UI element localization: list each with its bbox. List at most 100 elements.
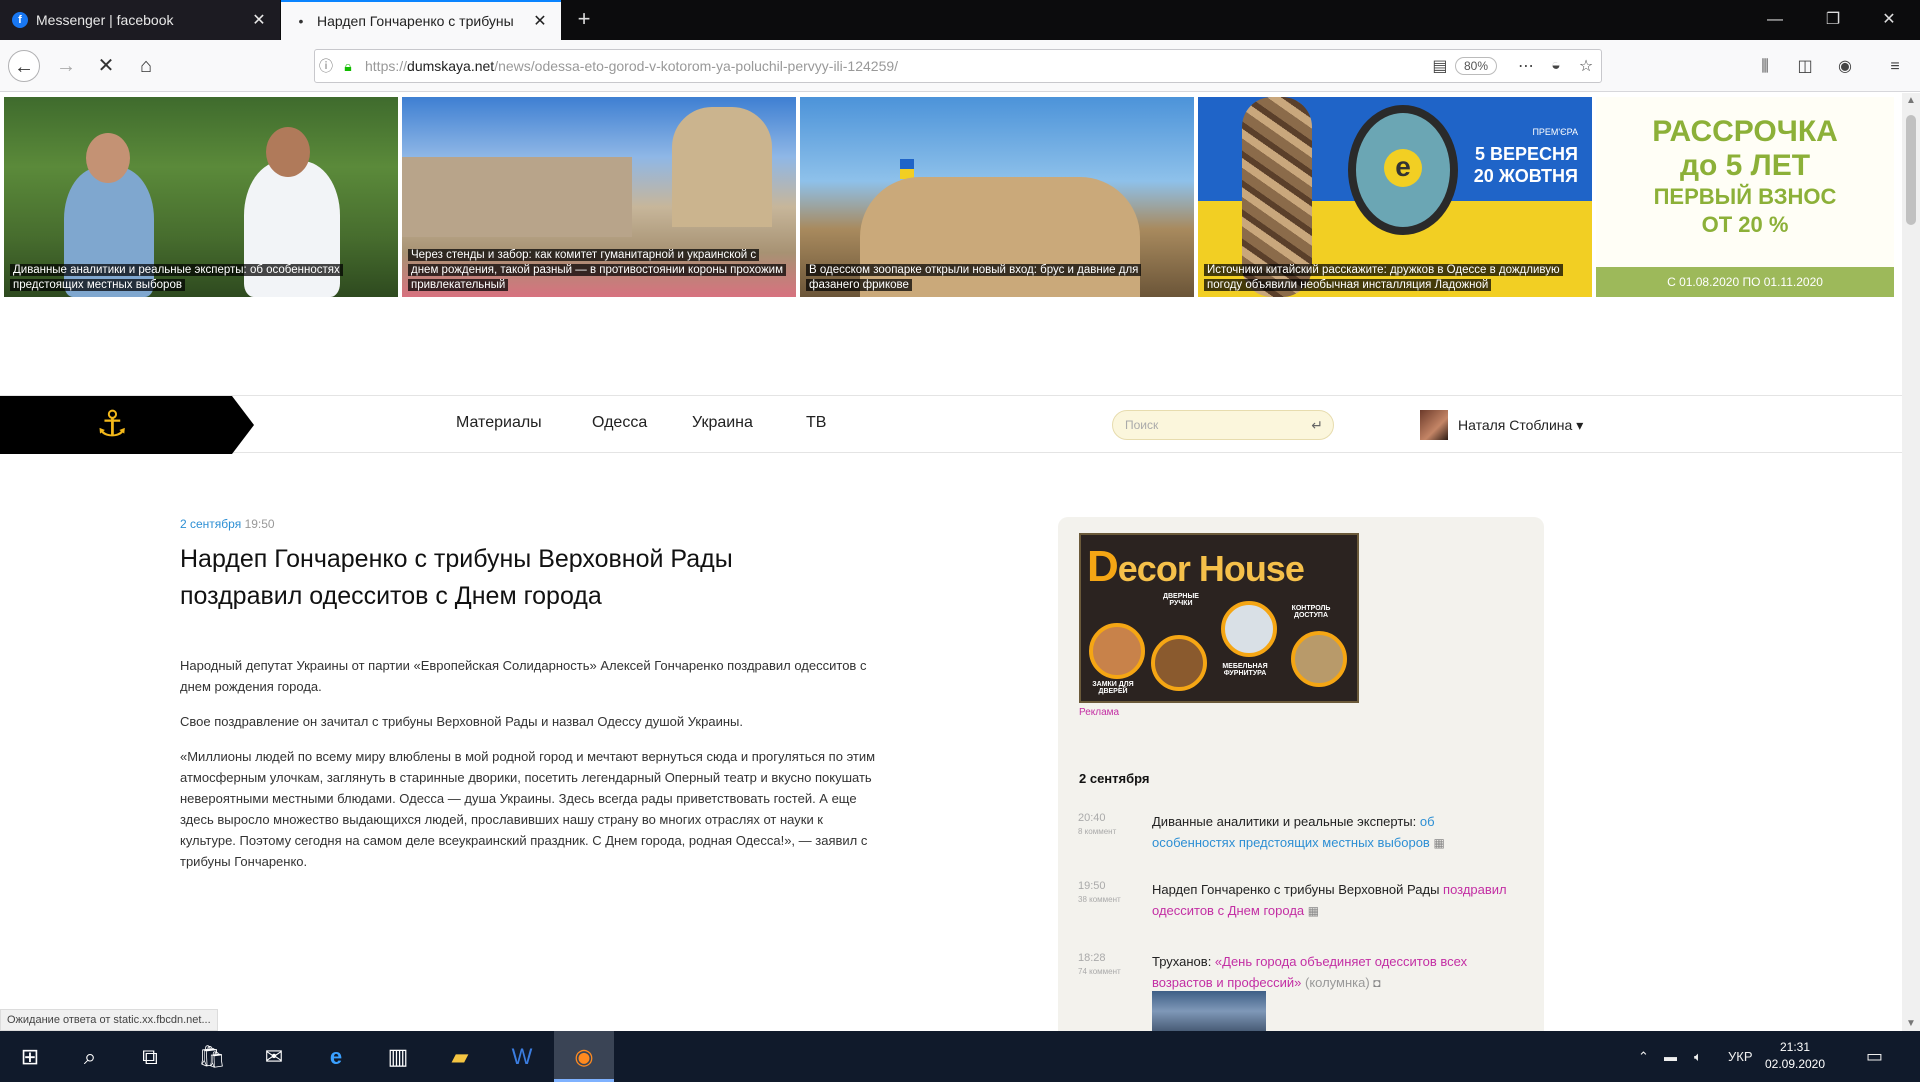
- enter-icon[interactable]: ↵: [1311, 411, 1323, 439]
- loading-dot-icon: •: [298, 13, 304, 29]
- sidebar-icon[interactable]: ◫: [1790, 54, 1820, 80]
- festival-logo: e: [1348, 105, 1458, 235]
- close-tab-icon[interactable]: ✕: [250, 10, 268, 30]
- photo-icon: ▦: [1433, 836, 1445, 850]
- browser-tab-bar: f Messenger | facebook ✕ • Нардеп Гончар…: [0, 0, 1920, 40]
- edge-icon[interactable]: e: [306, 1031, 366, 1082]
- store-icon[interactable]: 🛍︎: [182, 1031, 242, 1082]
- url-prefix: https://: [365, 58, 408, 74]
- library-icon[interactable]: ⫼: [1750, 54, 1780, 80]
- news-caption: Через стенды и забор: как комитет гумани…: [408, 248, 786, 293]
- close-window-button[interactable]: ✕: [1862, 0, 1916, 40]
- close-tab-icon[interactable]: ✕: [531, 11, 549, 31]
- feed-time: 19:50 38 коммент: [1078, 880, 1121, 904]
- url-text[interactable]: https://dumskaya.net/news/odessa-eto-gor…: [359, 58, 1425, 74]
- stop-loading-button[interactable]: ✕: [90, 50, 122, 82]
- news-caption: Диванные аналитики и реальные эксперты: …: [10, 263, 388, 293]
- pocket-icon[interactable]: ◒: [1541, 57, 1571, 75]
- ad-label: ДВЕРНЫЕ РУЧКИ: [1163, 593, 1199, 607]
- scrollbar-thumb[interactable]: [1906, 115, 1916, 225]
- article-meta: 2 сентября 19:50: [180, 517, 900, 531]
- search-icon[interactable]: ⌕: [60, 1031, 120, 1082]
- ad-label: МЕБЕЛЬНАЯ ФУРНИТУРА: [1222, 663, 1268, 677]
- minimize-button[interactable]: —: [1748, 0, 1802, 40]
- file-explorer-icon[interactable]: ▰: [430, 1031, 490, 1082]
- page-actions-icon[interactable]: ⋯: [1511, 56, 1541, 76]
- nav-item-tv[interactable]: ТВ: [806, 414, 826, 432]
- zoom-indicator[interactable]: 80%: [1454, 57, 1497, 75]
- article-body: 2 сентября 19:50 Нардеп Гончаренко с три…: [180, 517, 900, 872]
- flag-icon: [900, 159, 914, 179]
- url-domain: dumskaya.net: [407, 58, 495, 74]
- decor-house-ad[interactable]: Decor House ДВЕРНЫЕ РУЧКИ КОНТРОЛЬ ДОСТУ…: [1079, 533, 1359, 703]
- feed-text: Нардеп Гончаренко с трибуны Верховной Ра…: [1152, 882, 1507, 918]
- restore-button[interactable]: ❐: [1806, 0, 1860, 40]
- ad-label: КОНТРОЛЬ ДОСТУПА: [1291, 605, 1331, 619]
- tab-messenger[interactable]: f Messenger | facebook ✕: [0, 0, 280, 40]
- news-card[interactable]: Диванные аналитики и реальные эксперты: …: [4, 97, 398, 297]
- mail-icon[interactable]: ✉: [244, 1031, 304, 1082]
- feed-text: Диванные аналитики и реальные эксперты: …: [1152, 814, 1445, 850]
- facebook-icon: f: [12, 12, 28, 28]
- back-button[interactable]: ←: [8, 50, 40, 82]
- ad-label-link[interactable]: Реклама: [1079, 707, 1119, 718]
- info-icon[interactable]: ⓘ: [315, 56, 337, 76]
- feed-thumbnail[interactable]: [1152, 991, 1266, 1031]
- anchor-icon: ⚓︎: [96, 403, 129, 444]
- forward-button[interactable]: →: [50, 50, 82, 82]
- address-bar[interactable]: ⓘ 🔒︎ https://dumskaya.net/news/odessa-et…: [314, 49, 1602, 83]
- browser-nav-bar: ← → ✕ ⌂ ⓘ 🔒︎ https://dumskaya.net/news/o…: [0, 40, 1920, 92]
- firefox-icon[interactable]: ◉: [554, 1031, 614, 1082]
- article-date[interactable]: 2 сентября: [180, 517, 241, 531]
- news-card[interactable]: В одесском зоопарке открыли новый вход: …: [800, 97, 1194, 297]
- bookmark-star-icon[interactable]: ☆: [1571, 56, 1601, 76]
- article-paragraph: Свое поздравление он зачитал с трибуны В…: [180, 714, 743, 729]
- volume-icon[interactable]: 🔈︎: [1694, 1031, 1702, 1082]
- search-placeholder: Поиск: [1125, 418, 1159, 432]
- sidebar: Decor House ДВЕРНЫЕ РУЧКИ КОНТРОЛЬ ДОСТУ…: [1058, 517, 1544, 1031]
- news-card[interactable]: e ПРЕМ'ЄРА 5 ВЕРЕСНЯ 20 ЖОВТНЯ Источники…: [1198, 97, 1592, 297]
- ad-circle: [1089, 623, 1145, 679]
- article-paragraph: Народный депутат Украины от партии «Евро…: [180, 658, 867, 694]
- nav-item-odessa[interactable]: Одесса: [592, 414, 647, 432]
- clock[interactable]: 21:31 02.09.2020: [1760, 1039, 1830, 1073]
- scroll-down-icon[interactable]: ▼: [1902, 1018, 1920, 1029]
- account-icon[interactable]: ◉: [1830, 54, 1860, 80]
- feed-date-header: 2 сентября: [1079, 771, 1150, 786]
- new-tab-button[interactable]: +: [570, 6, 598, 34]
- promo-banner[interactable]: РАССРОЧКА до 5 ЛЕТ ПЕРВЫЙ ВЗНОС ОТ 20 % …: [1596, 97, 1894, 297]
- avatar: [1420, 410, 1448, 440]
- page-scrollbar[interactable]: ▲ ▼: [1902, 93, 1920, 1031]
- tray-chevron-icon[interactable]: ⌃: [1638, 1031, 1649, 1082]
- news-caption: В одесском зоопарке открыли новый вход: …: [806, 263, 1184, 293]
- ad-brand: Decor House: [1087, 542, 1305, 591]
- status-bar: Ожидание ответа от static.xx.fbcdn.net..…: [0, 1009, 218, 1031]
- url-path: /news/odessa-eto-gorod-v-kotorom-ya-polu…: [494, 58, 899, 74]
- task-view-icon[interactable]: ⧉: [120, 1031, 180, 1082]
- tab-title: Messenger | facebook: [36, 12, 174, 28]
- news-card[interactable]: Через стенды и забор: как комитет гумани…: [402, 97, 796, 297]
- lock-icon[interactable]: 🔒︎: [337, 58, 359, 75]
- home-button[interactable]: ⌂: [130, 50, 162, 82]
- feed-time: 20:40 8 коммент: [1078, 812, 1117, 836]
- search-input[interactable]: Поиск ↵: [1112, 410, 1334, 440]
- tab-article[interactable]: • Нардеп Гончаренко с трибуны ✕: [281, 0, 561, 40]
- word-icon[interactable]: W: [492, 1031, 552, 1082]
- news-caption: Источники китайский расскажите: дружков …: [1204, 263, 1582, 293]
- reader-view-icon[interactable]: ▤: [1425, 56, 1455, 76]
- nav-item-materials[interactable]: Материалы: [456, 414, 542, 432]
- notes-icon[interactable]: ▥: [368, 1031, 428, 1082]
- notifications-icon[interactable]: ▭: [1866, 1031, 1883, 1082]
- windows-taskbar: ⊞ ⌕ ⧉ 🛍︎ ✉ e ▥ ▰ W ◉ ⌃ ▬ 🔈︎ УКР 21:31 02…: [0, 1031, 1920, 1082]
- nav-item-ukraine[interactable]: Украина: [692, 414, 753, 432]
- language-indicator[interactable]: УКР: [1728, 1031, 1753, 1082]
- menu-icon[interactable]: ≡: [1880, 54, 1910, 80]
- ad-label: ЗАМКИ ДЛЯ ДВЕРЕЙ: [1092, 681, 1134, 695]
- windows-start-icon[interactable]: ⊞: [0, 1031, 60, 1082]
- network-icon[interactable]: ▬: [1664, 1031, 1677, 1082]
- scroll-up-icon[interactable]: ▲: [1902, 95, 1920, 106]
- user-name: Наталя Стоблина ▾: [1458, 416, 1584, 433]
- logo-tip: [232, 396, 254, 454]
- user-menu[interactable]: Наталя Стоблина ▾: [1420, 410, 1583, 440]
- site-logo[interactable]: ⚓︎: [0, 396, 260, 454]
